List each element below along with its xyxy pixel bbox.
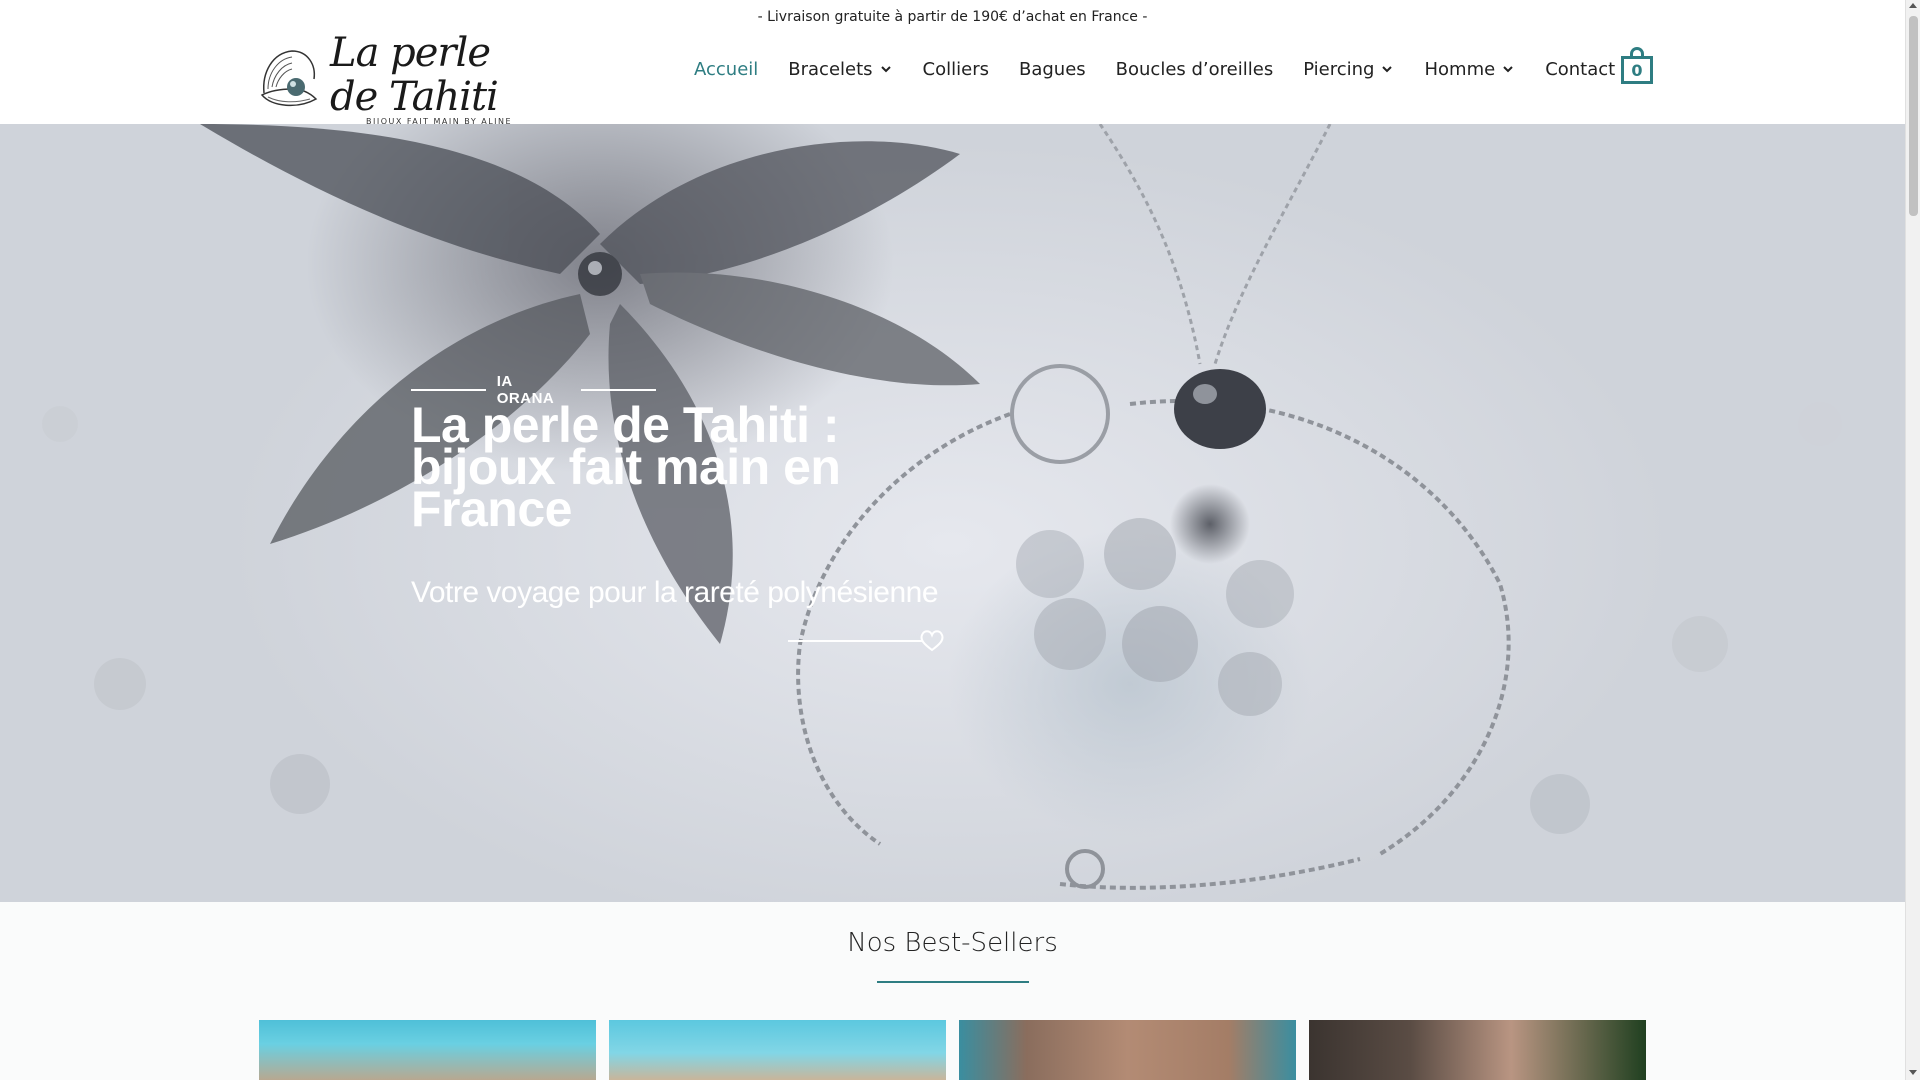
scroll-down-arrow-icon[interactable]: [1909, 1070, 1917, 1075]
shipping-announcement-text: - Livraison gratuite à partir de 190€ d’…: [757, 9, 1148, 25]
nav-item-label: Homme: [1424, 58, 1496, 80]
hero-banner: IA ORANA La perle de Tahiti : bijoux fai…: [0, 124, 1905, 902]
shipping-announcement-bar: - Livraison gratuite à partir de 190€ d’…: [0, 0, 1905, 34]
eyebrow-line-right: [581, 389, 656, 391]
logo-title: La perle de Tahiti: [330, 29, 499, 120]
hero-title: La perle de Tahiti : bijoux fait main en…: [411, 400, 891, 534]
scroll-up-arrow-icon[interactable]: [1909, 3, 1917, 8]
nav-item-label: Contact: [1545, 58, 1616, 80]
hero-subtitle: Votre voyage pour la rareté polynésienne: [411, 576, 939, 609]
product-card[interactable]: [1309, 1020, 1646, 1080]
best-sellers-section: Nos Best-Sellers: [0, 902, 1905, 1080]
nav-item-piercing[interactable]: Piercing: [1303, 59, 1394, 80]
nav-item-boucles-oreilles[interactable]: Boucles d’oreilles: [1116, 59, 1274, 80]
product-card[interactable]: [609, 1020, 946, 1080]
product-card[interactable]: [259, 1020, 596, 1080]
nav-item-label: Piercing: [1303, 58, 1375, 80]
nav-item-colliers[interactable]: Colliers: [923, 59, 989, 80]
heart-icon: [788, 630, 944, 652]
nav-item-bracelets[interactable]: Bracelets: [788, 59, 892, 80]
chevron-down-icon: [1503, 66, 1513, 73]
best-sellers-title: Nos Best-Sellers: [847, 928, 1058, 958]
site-header: La perle de Tahiti BIJOUX FAIT MAIN BY A…: [0, 31, 1905, 126]
product-card[interactable]: [959, 1020, 1296, 1080]
site-logo[interactable]: La perle de Tahiti BIJOUX FAIT MAIN BY A…: [258, 31, 538, 126]
main-navigation: Accueil Bracelets Colliers Bagues Boucle…: [694, 34, 1645, 104]
hero-background-image: [42, 124, 1842, 890]
nav-item-label: Boucles d’oreilles: [1115, 58, 1274, 80]
pearl-shell-icon: [258, 43, 328, 113]
nav-item-label: Accueil: [694, 58, 759, 80]
cart-button[interactable]: 0: [1621, 47, 1653, 85]
chevron-down-icon: [1382, 66, 1393, 73]
page: - Livraison gratuite à partir de 190€ d’…: [0, 0, 1905, 1080]
eyebrow-line-left: [411, 389, 486, 391]
nav-item-label: Bagues: [1018, 58, 1086, 80]
scrollbar-thumb[interactable]: [1909, 16, 1918, 216]
nav-item-homme[interactable]: Homme: [1424, 59, 1515, 80]
nav-item-accueil[interactable]: Accueil: [694, 59, 758, 80]
vertical-scrollbar[interactable]: [1905, 0, 1920, 1080]
chevron-down-icon: [880, 66, 891, 73]
nav-item-bagues[interactable]: Bagues: [1019, 59, 1086, 80]
cart-count: 0: [1621, 56, 1653, 84]
nav-item-label: Bracelets: [788, 58, 873, 80]
best-sellers-underline: [877, 981, 1029, 983]
nav-item-contact[interactable]: Contact: [1545, 59, 1615, 80]
nav-item-label: Colliers: [922, 58, 989, 80]
